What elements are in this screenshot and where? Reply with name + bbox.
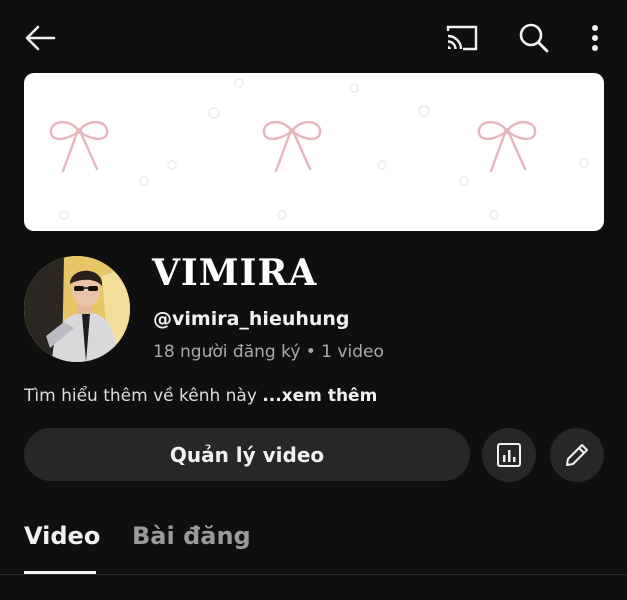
channel-handle: @vimira_hieuhung <box>153 308 350 330</box>
channel-banner <box>24 73 604 231</box>
channel-name: VIMIRA <box>152 252 318 294</box>
back-arrow-icon <box>25 25 56 51</box>
top-bar <box>0 0 627 76</box>
more-options-button[interactable] <box>578 18 612 58</box>
search-button[interactable] <box>512 18 556 58</box>
tabs-divider <box>0 574 627 575</box>
see-more-link[interactable]: ...xem thêm <box>262 386 377 406</box>
bow-pattern-image <box>49 78 589 220</box>
cast-button[interactable] <box>440 20 484 56</box>
pencil-icon <box>566 444 588 466</box>
channel-avatar[interactable] <box>24 256 130 362</box>
tab-video[interactable]: Video <box>24 522 100 550</box>
channel-description[interactable]: Tìm hiểu thêm về kênh này ...xem thêm <box>24 386 377 406</box>
analytics-icon <box>497 443 521 467</box>
more-vertical-icon <box>592 25 598 51</box>
edit-channel-button[interactable] <box>550 428 604 482</box>
manage-videos-button[interactable]: Quản lý video <box>24 428 470 481</box>
avatar-photo <box>24 256 130 362</box>
description-text: Tìm hiểu thêm về kênh này <box>24 386 257 406</box>
tab-posts[interactable]: Bài đăng <box>132 522 251 550</box>
analytics-button[interactable] <box>482 428 536 482</box>
back-button[interactable] <box>20 20 60 56</box>
cast-icon <box>446 25 478 51</box>
channel-stats: 18 người đăng ký • 1 video <box>153 342 384 362</box>
search-icon <box>519 23 549 53</box>
